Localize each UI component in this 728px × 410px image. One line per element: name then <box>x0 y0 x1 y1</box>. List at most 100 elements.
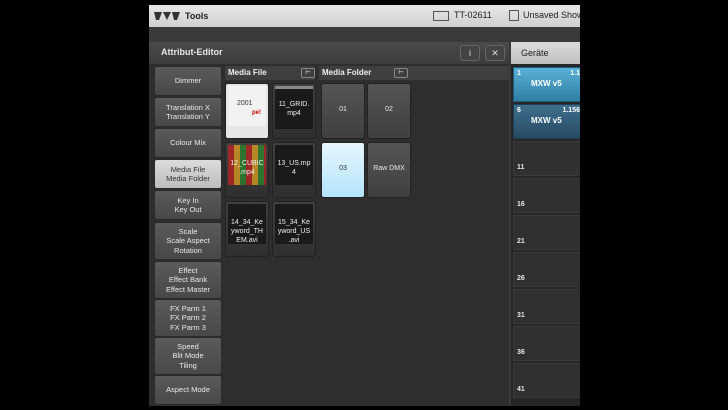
device-cell[interactable]: 21 <box>513 215 580 250</box>
attribute-label: Dimmer <box>174 76 202 86</box>
attribute-button[interactable]: Dimmer <box>154 66 222 96</box>
media-folder-label: Raw DMX <box>373 165 405 172</box>
attribute-button[interactable]: Speed Blit Mode Tiling <box>154 337 222 375</box>
device-cell[interactable]: 16 <box>513 178 580 213</box>
media-file-tile[interactable]: 11_GRID. mp4 <box>272 83 316 139</box>
device-number: 26 <box>517 275 525 282</box>
media-folder-label: 02 <box>385 106 393 113</box>
device-cell[interactable]: 1 1.1 MXW v5 <box>513 67 580 102</box>
editor-header: Attribut-Editor i ✕ <box>149 42 509 64</box>
devices-panel: Geräte 1 1.1 MXW v5 6 1.156 MXW v5 11 16 21 26 31 3… <box>511 42 580 406</box>
label-line: EM.avi <box>236 237 258 244</box>
device-number: 36 <box>517 349 525 356</box>
label-line: .mp4 <box>239 169 255 176</box>
label-line: mp4 <box>287 110 301 117</box>
label-line: 14_34_Ke <box>231 219 263 226</box>
attribute-label: Translation Y <box>166 112 210 121</box>
tools-title[interactable]: Tools <box>185 11 208 21</box>
attribute-label: Key In <box>177 195 199 205</box>
attribute-label: Scale <box>178 226 198 236</box>
attribute-button[interactable]: Scale Scale Aspect Rotation <box>154 222 222 260</box>
attribute-button[interactable]: Colour Mix <box>154 128 222 158</box>
app-window: Tools TT-02611 Unsaved Show Attribut-Edi… <box>149 5 580 406</box>
attribute-button[interactable]: Translation X Translation Y <box>154 97 222 127</box>
attribute-label: Key Out <box>174 205 202 214</box>
media-folder-label: 01 <box>339 106 347 113</box>
media-file-title: Media File <box>228 68 267 77</box>
expand-icon[interactable]: ⊢ <box>301 68 315 78</box>
device-number: 16 <box>517 201 525 208</box>
device-cell[interactable]: 36 <box>513 326 580 361</box>
device-number: 21 <box>517 238 525 245</box>
media-thumbnail: 2001 pe! <box>228 86 266 126</box>
media-file-label: 14_34_Ke yword_TH EM.avi <box>226 218 268 245</box>
device-number: 6 <box>517 107 521 114</box>
device-name: MXW v5 <box>531 116 562 125</box>
attribute-label: Effect Bank <box>168 275 208 285</box>
device-name: MXW v5 <box>531 79 562 88</box>
attribute-button[interactable]: Aspect Mode <box>154 375 222 405</box>
devices-title: Geräte <box>521 48 549 58</box>
attribute-button[interactable]: Key In Key Out <box>154 190 222 220</box>
device-number: 41 <box>517 386 525 393</box>
editor-title: Attribut-Editor <box>161 47 223 57</box>
attribute-button[interactable]: Effect Effect Bank Effect Master <box>154 261 222 299</box>
label-line: 4 <box>292 169 296 176</box>
media-file-label: 11_GRID. mp4 <box>273 100 315 118</box>
media-folder-header: Media Folder ⊢ <box>319 66 509 80</box>
thumbnail-text: 2001 <box>237 100 253 107</box>
device-indicator[interactable]: TT-02611 <box>433 10 492 21</box>
media-file-tile[interactable]: 13_US.mp 4 <box>272 142 316 198</box>
show-label: Unsaved Show <box>523 10 580 20</box>
attribute-label: Media Folder <box>166 174 210 183</box>
thumbnail-subtext: pe! <box>252 110 261 116</box>
attribute-label: FX Parm 1 <box>170 303 206 313</box>
label-line: yword_TH <box>231 228 263 235</box>
label-line: .avi <box>288 237 300 244</box>
media-file-tile[interactable]: 15_34_Ke yword_US .avi <box>272 201 316 257</box>
expand-icon[interactable]: ⊢ <box>394 68 408 78</box>
device-number: 31 <box>517 312 525 319</box>
label-line: yword_US <box>277 228 311 235</box>
top-bar: Tools TT-02611 Unsaved Show <box>149 5 580 27</box>
device-number: 11 <box>517 164 525 171</box>
attribute-label: Tiling <box>179 360 197 370</box>
media-folder-tile[interactable]: 03 <box>321 142 365 198</box>
device-address: 1.156 <box>562 107 580 114</box>
attribute-label: Effect <box>178 265 198 275</box>
media-folder-label: 03 <box>339 165 347 172</box>
device-address: 1.1 <box>570 70 580 77</box>
attribute-label: FX Parm 3 <box>170 322 206 332</box>
device-cell[interactable]: 6 1.156 MXW v5 <box>513 104 580 139</box>
attribute-label: FX Parm 2 <box>170 313 206 323</box>
media-file-header: Media File ⊢ <box>225 66 315 80</box>
close-button[interactable]: ✕ <box>485 45 505 61</box>
app-logo-icon <box>154 12 180 20</box>
show-indicator[interactable]: Unsaved Show <box>509 10 580 22</box>
media-folder-tile[interactable]: 02 <box>367 83 411 139</box>
media-file-label: 15_34_Ke yword_US .avi <box>273 218 315 245</box>
attribute-label: Scale Aspect <box>166 236 210 246</box>
media-file-tile[interactable]: 12_CUBIC .mp4 <box>225 142 269 198</box>
device-icon <box>433 10 449 21</box>
attribute-label: Speed <box>177 341 199 351</box>
device-cell[interactable]: 26 <box>513 252 580 287</box>
document-icon <box>509 10 519 22</box>
device-cell[interactable]: 31 <box>513 289 580 324</box>
device-cell[interactable]: 41 <box>513 363 580 398</box>
info-button[interactable]: i <box>460 45 480 61</box>
devices-header[interactable]: Geräte <box>511 42 580 64</box>
attribute-button[interactable]: Media File Media Folder <box>154 159 222 189</box>
media-file-tile[interactable]: 2001 pe! <box>225 83 269 139</box>
attribute-button[interactable]: FX Parm 1 FX Parm 2 FX Parm 3 <box>154 299 222 337</box>
attribute-label: Aspect Mode <box>166 385 210 395</box>
attribute-label: Effect Master <box>165 284 211 294</box>
media-folder-tile[interactable]: 01 <box>321 83 365 139</box>
attribute-label: Media File <box>170 164 206 174</box>
label-line: 13_US.mp <box>277 160 311 167</box>
media-folder-tile[interactable]: Raw DMX <box>367 142 411 198</box>
label-line: 15_34_Ke <box>278 219 310 226</box>
media-file-tile[interactable]: 14_34_Ke yword_TH EM.avi <box>225 201 269 257</box>
device-cell[interactable]: 11 <box>513 141 580 176</box>
media-file-label: 13_US.mp 4 <box>273 159 315 177</box>
